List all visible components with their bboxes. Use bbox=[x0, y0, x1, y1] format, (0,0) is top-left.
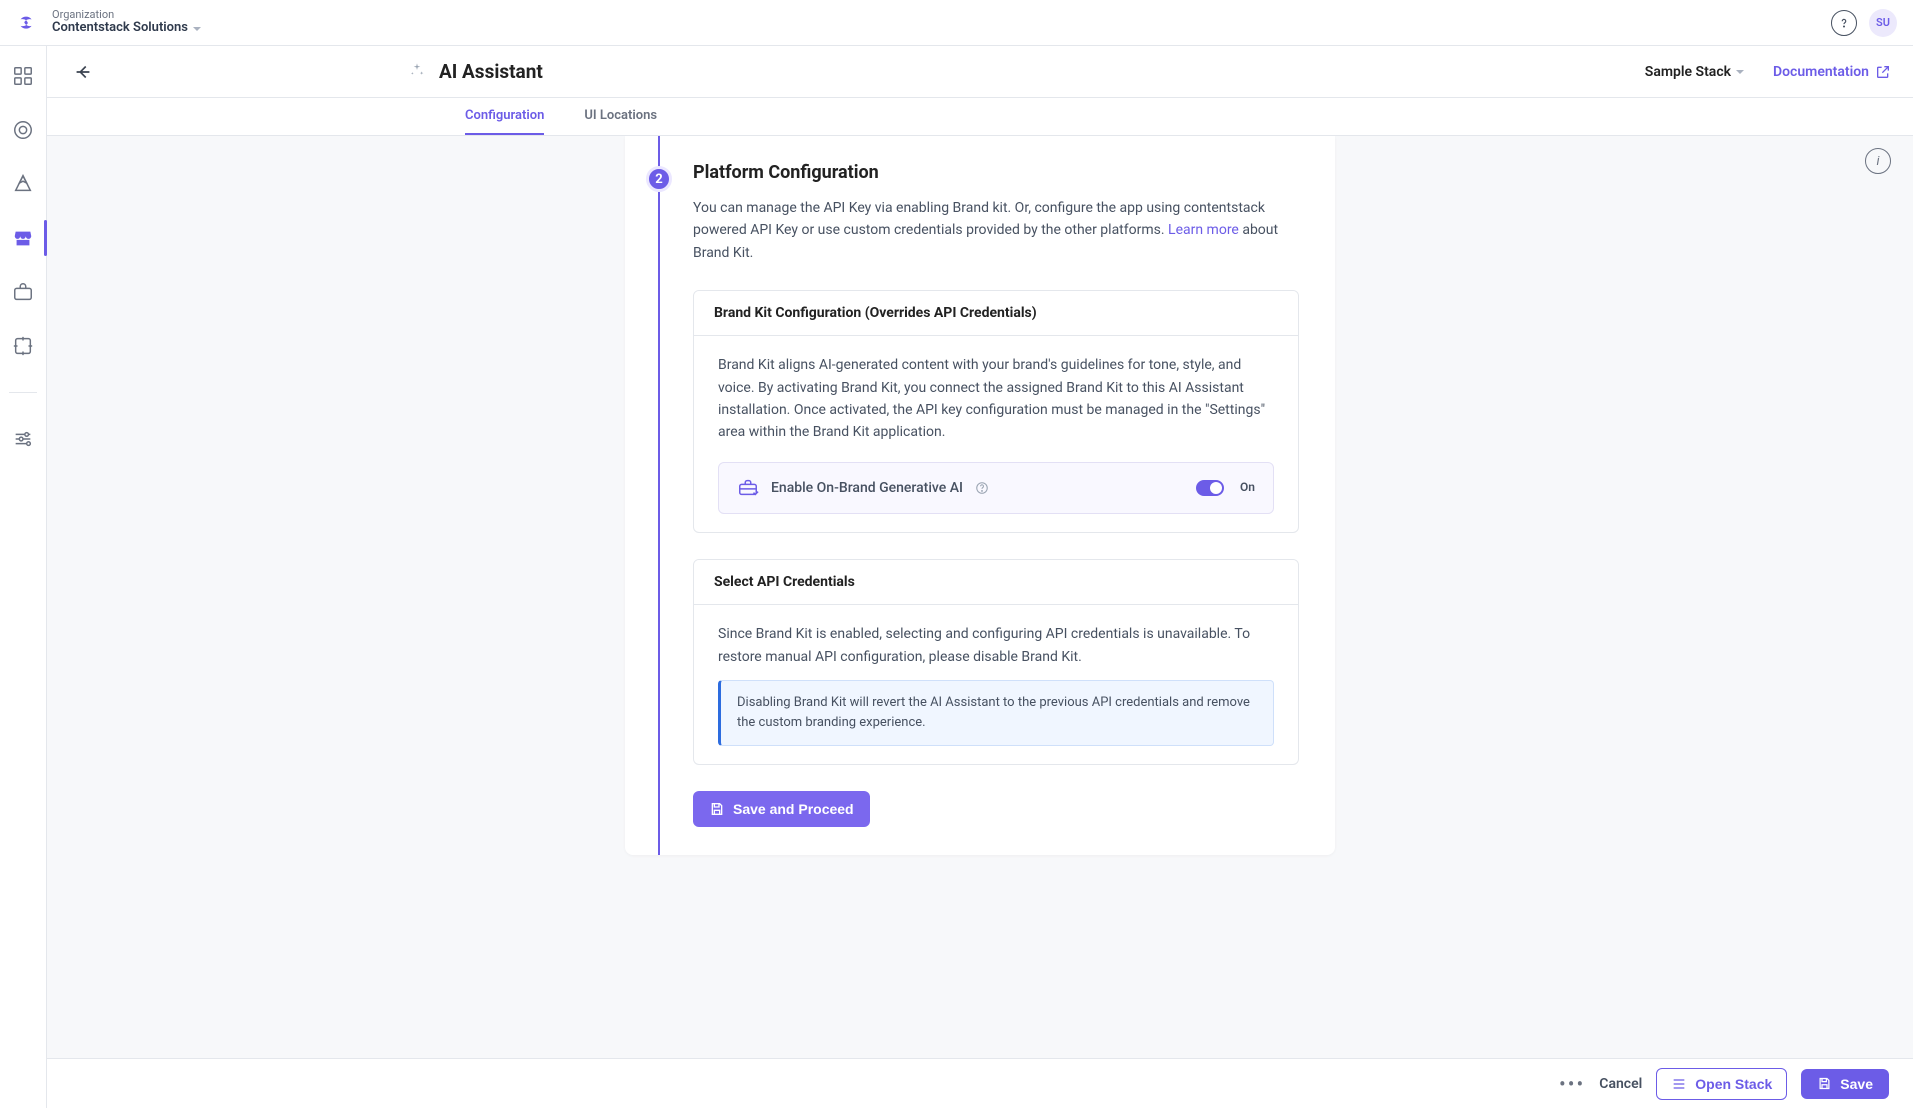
content-scroll[interactable]: i 2 Platform Configuration You can manag… bbox=[47, 136, 1913, 1058]
brandkit-panel-title: Brand Kit Configuration (Overrides API C… bbox=[694, 291, 1298, 336]
api-credentials-title: Select API Credentials bbox=[694, 560, 1298, 605]
step-rail bbox=[658, 136, 660, 855]
tabs: Configuration UI Locations bbox=[47, 98, 1913, 136]
sidebar bbox=[0, 46, 47, 1108]
brandkit-panel: Brand Kit Configuration (Overrides API C… bbox=[693, 290, 1299, 533]
stack-name: Sample Stack bbox=[1645, 64, 1731, 80]
sidebar-item-target[interactable] bbox=[11, 118, 35, 142]
sidebar-item-automation[interactable] bbox=[11, 172, 35, 196]
section-title: Platform Configuration bbox=[693, 162, 1299, 183]
sidebar-item-settings[interactable] bbox=[11, 427, 35, 451]
open-stack-label: Open Stack bbox=[1695, 1076, 1772, 1092]
api-credentials-description: Since Brand Kit is enabled, selecting an… bbox=[718, 623, 1274, 668]
sidebar-item-marketplace[interactable] bbox=[11, 226, 35, 250]
help-icon[interactable] bbox=[1831, 10, 1857, 36]
learn-more-link[interactable]: Learn more bbox=[1168, 222, 1239, 238]
tab-configuration[interactable]: Configuration bbox=[465, 108, 544, 135]
cancel-button[interactable]: Cancel bbox=[1599, 1076, 1642, 1092]
stack-icon bbox=[1671, 1076, 1687, 1092]
api-credentials-panel: Select API Credentials Since Brand Kit i… bbox=[693, 559, 1299, 765]
info-panel-toggle[interactable]: i bbox=[1865, 148, 1891, 174]
sparkle-icon bbox=[409, 62, 429, 82]
section-description: You can manage the API Key via enabling … bbox=[693, 197, 1299, 264]
org-name: Contentstack Solutions bbox=[52, 21, 188, 35]
briefcase-icon bbox=[737, 477, 759, 499]
save-icon bbox=[1817, 1076, 1832, 1091]
footer: ••• Cancel Open Stack Save bbox=[47, 1058, 1913, 1108]
save-button-label: Save bbox=[1840, 1076, 1873, 1092]
sidebar-item-dashboard[interactable] bbox=[11, 64, 35, 88]
documentation-link-label: Documentation bbox=[1773, 64, 1869, 80]
save-button[interactable]: Save bbox=[1801, 1069, 1889, 1099]
sidebar-item-extensions[interactable] bbox=[11, 334, 35, 358]
sidebar-divider bbox=[9, 392, 37, 393]
back-button[interactable] bbox=[69, 58, 97, 86]
external-link-icon bbox=[1875, 64, 1891, 80]
brandkit-panel-description: Brand Kit aligns AI-generated content wi… bbox=[718, 354, 1274, 444]
step-badge: 2 bbox=[646, 166, 672, 192]
chevron-down-icon bbox=[192, 24, 202, 34]
chevron-down-icon bbox=[1735, 67, 1745, 77]
brand-logo-icon bbox=[16, 13, 36, 33]
save-and-proceed-button[interactable]: Save and Proceed bbox=[693, 791, 870, 827]
sidebar-item-tools[interactable] bbox=[11, 280, 35, 304]
brandkit-toggle-box: Enable On-Brand Generative AI On bbox=[718, 462, 1274, 514]
brandkit-toggle-label: Enable On-Brand Generative AI bbox=[771, 477, 963, 499]
more-actions-button[interactable]: ••• bbox=[1559, 1072, 1585, 1096]
org-selector[interactable]: Organization Contentstack Solutions bbox=[52, 9, 202, 35]
open-stack-button[interactable]: Open Stack bbox=[1656, 1068, 1787, 1100]
save-icon bbox=[709, 801, 725, 817]
save-and-proceed-label: Save and Proceed bbox=[733, 801, 854, 817]
documentation-link[interactable]: Documentation bbox=[1773, 64, 1891, 80]
subheader: AI Assistant Sample Stack Documentation bbox=[47, 46, 1913, 98]
api-credentials-info: Disabling Brand Kit will revert the AI A… bbox=[718, 680, 1274, 746]
brandkit-toggle-state: On bbox=[1240, 478, 1255, 497]
topbar: Organization Contentstack Solutions SU bbox=[0, 0, 1913, 46]
config-card: 2 Platform Configuration You can manage … bbox=[625, 136, 1335, 855]
user-avatar[interactable]: SU bbox=[1869, 9, 1897, 37]
page-title: AI Assistant bbox=[439, 60, 543, 83]
help-tooltip-icon[interactable] bbox=[975, 481, 989, 495]
tab-ui-locations[interactable]: UI Locations bbox=[584, 108, 657, 135]
brandkit-toggle-switch[interactable] bbox=[1196, 480, 1224, 496]
stack-selector[interactable]: Sample Stack bbox=[1645, 64, 1745, 80]
